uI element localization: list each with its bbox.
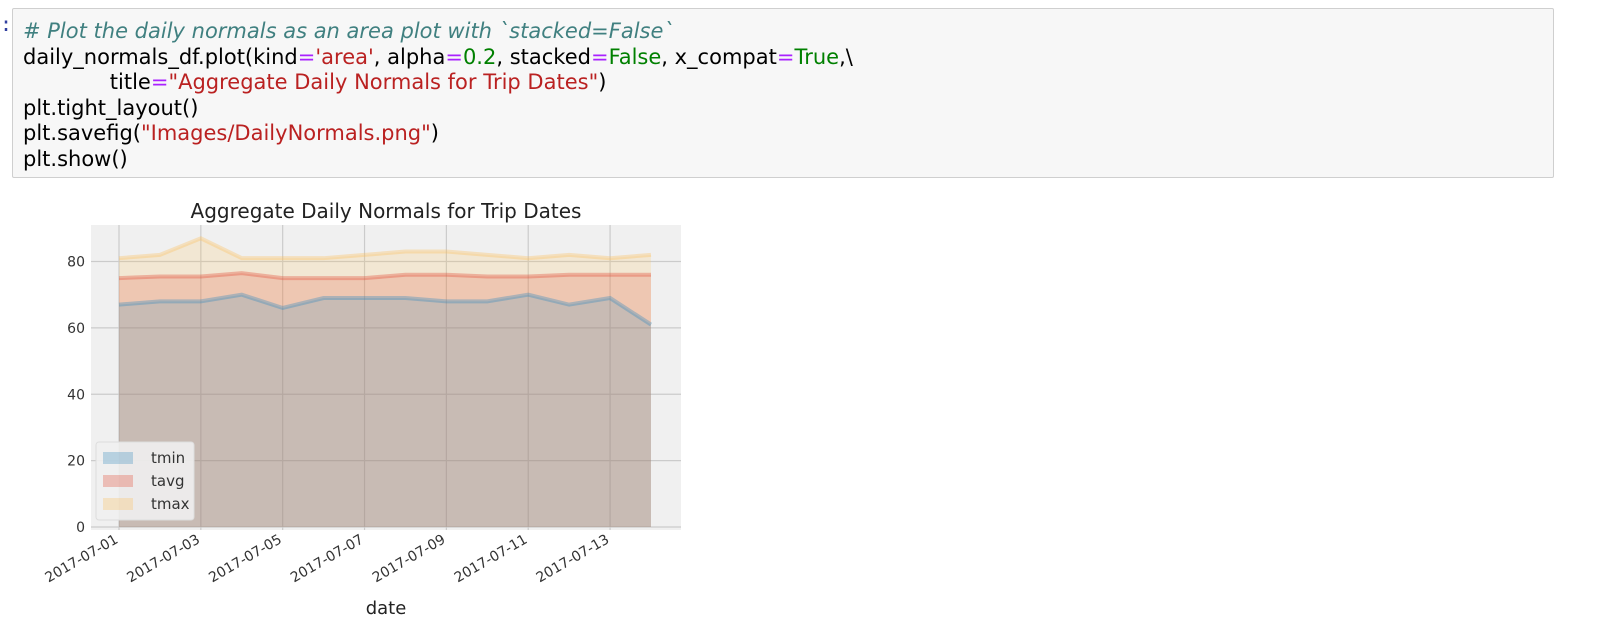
code-token: = bbox=[445, 44, 463, 69]
cell-prompt: : bbox=[0, 12, 13, 36]
code-token: True bbox=[794, 44, 840, 69]
code-line: # Plot the daily normals as an area plot… bbox=[23, 19, 853, 45]
code-editor[interactable]: # Plot the daily normals as an area plot… bbox=[23, 19, 853, 172]
legend-label-tavg: tavg bbox=[151, 472, 184, 490]
code-token: # Plot the daily normals as an area plot… bbox=[23, 19, 674, 43]
code-token: daily_normals_df.plot(kind bbox=[23, 44, 298, 69]
code-line: title="Aggregate Daily Normals for Trip … bbox=[23, 70, 853, 96]
code-token: plt.tight_layout() bbox=[23, 95, 199, 120]
code-token: plt.savefig( bbox=[23, 121, 141, 145]
code-line: daily_normals_df.plot(kind='area', alpha… bbox=[23, 45, 853, 71]
legend-swatch-tavg bbox=[103, 475, 133, 487]
code-token: 'area' bbox=[315, 44, 374, 69]
x-tick-label: 2017-07-01 bbox=[43, 532, 121, 587]
code-token: , alpha bbox=[373, 44, 446, 69]
y-tick-label: 60 bbox=[67, 321, 85, 337]
area-tmin bbox=[119, 294, 651, 527]
x-tick-label: 2017-07-13 bbox=[534, 532, 612, 587]
y-tick-labels: 0 20 40 60 80 bbox=[67, 255, 85, 536]
code-token: , stacked bbox=[496, 44, 591, 69]
code-token: ) bbox=[598, 70, 607, 94]
code-cell[interactable]: # Plot the daily normals as an area plot… bbox=[12, 8, 1554, 178]
x-tick-label: 2017-07-07 bbox=[288, 532, 366, 587]
x-tick-labels: 2017-07-01 2017-07-03 2017-07-05 2017-07-07… bbox=[43, 532, 613, 587]
code-line: plt.show() bbox=[23, 147, 853, 173]
code-token: "Images/DailyNormals.png" bbox=[140, 121, 431, 145]
x-axis-label: date bbox=[366, 598, 407, 619]
chart-title: Aggregate Daily Normals for Trip Dates bbox=[191, 199, 582, 223]
legend-swatch-tmin bbox=[103, 452, 133, 464]
legend-label-tmin: tmin bbox=[151, 449, 185, 467]
x-tick-label: 2017-07-11 bbox=[452, 532, 530, 587]
legend-swatch-tmax bbox=[103, 498, 133, 510]
code-token: ) bbox=[430, 121, 439, 145]
output-area: 0 20 40 60 80 2017-07-01 2017-07-03 2017-07-05… bbox=[20, 190, 720, 630]
x-tick-label: 2017-07-09 bbox=[370, 532, 448, 587]
y-tick-label: 20 bbox=[67, 454, 85, 470]
area-chart: 0 20 40 60 80 2017-07-01 2017-07-03 2017-07-05… bbox=[43, 199, 681, 619]
code-token: = bbox=[590, 44, 609, 69]
y-tick-label: 0 bbox=[76, 520, 85, 536]
legend-label-tmax: tmax bbox=[151, 495, 190, 513]
code-token: = bbox=[776, 44, 795, 69]
code-token: 0.2 bbox=[462, 44, 497, 69]
x-tick-label: 2017-07-03 bbox=[124, 532, 202, 587]
code-token: False bbox=[608, 44, 662, 69]
code-token: title bbox=[23, 70, 151, 94]
code-token: plt.show() bbox=[23, 146, 128, 171]
code-token: = bbox=[150, 70, 169, 94]
code-token: = bbox=[297, 44, 316, 69]
code-token: ,\ bbox=[839, 44, 853, 69]
code-line: plt.tight_layout() bbox=[23, 96, 853, 122]
series-areas bbox=[119, 238, 651, 527]
code-line: plt.savefig("Images/DailyNormals.png") bbox=[23, 121, 853, 147]
code-token: , x_compat bbox=[661, 44, 777, 69]
legend: tmin tavg tmax bbox=[95, 441, 195, 521]
x-tick-label: 2017-07-05 bbox=[206, 532, 284, 587]
y-tick-label: 80 bbox=[67, 255, 85, 271]
code-token: "Aggregate Daily Normals for Trip Dates" bbox=[168, 70, 599, 94]
y-tick-label: 40 bbox=[67, 387, 85, 403]
